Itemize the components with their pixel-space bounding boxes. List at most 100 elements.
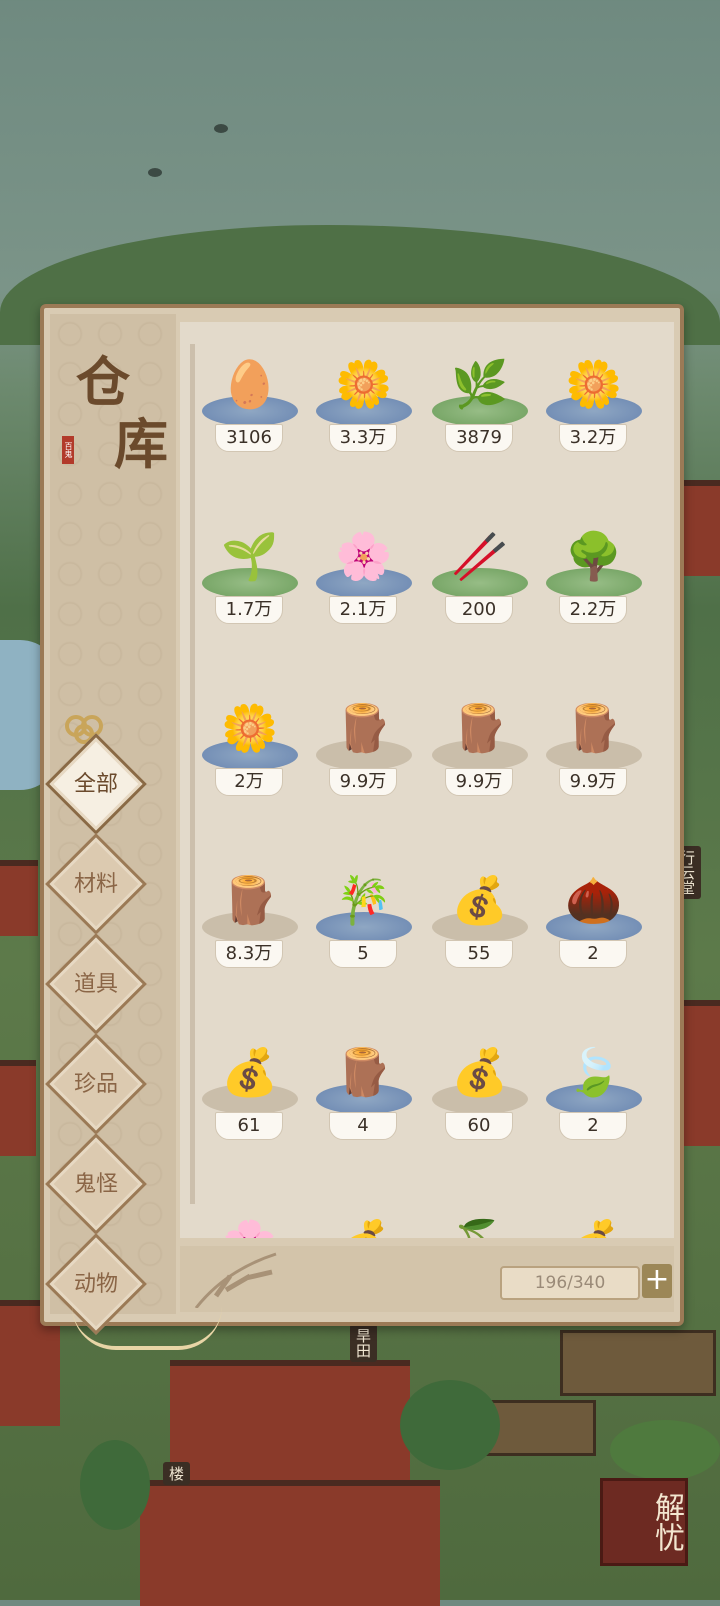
item-count: 60 [445,1112,513,1140]
white-lily-icon: 🌼 [335,357,393,411]
category-sidebar: 仓 库 百鬼 全部材料道具珍品鬼怪动物 [45,314,176,1335]
category-tab-label: 珍品 [73,1072,118,1097]
sticks-icon: 🥢 [451,529,509,583]
category-tab-label: 材料 [73,872,118,897]
item-slot[interactable]: 💰 [310,1212,420,1238]
item-slot[interactable]: 🌼 3.3万 [310,352,420,482]
seeds-icon: 🥚 [221,357,279,411]
bamboo-decoration-icon [194,1252,277,1308]
log-icon: 🪵 [565,701,623,755]
category-tab-label: 鬼怪 [73,1172,118,1197]
item-count: 3879 [445,424,513,452]
seed-bag-icon: 💰 [451,873,509,927]
item-count: 9.9万 [559,768,627,796]
warehouse-panel: 仓 库 百鬼 全部材料道具珍品鬼怪动物 🥚 3106 🌼 3.3万 🌿 3879 🌼 3.2万… [40,304,684,1335]
item-count: 2.2万 [559,596,627,624]
bamboo-shoot-icon: 🌰 [565,873,623,927]
item-slot[interactable]: 🪵 9.9万 [426,696,536,826]
category-tab[interactable]: 鬼怪 [45,1133,147,1235]
item-slot[interactable]: 🌰 2 [540,868,650,998]
item-slot[interactable]: 🌸 [196,1212,306,1238]
warehouse-title: 仓 库 百鬼 [62,338,168,478]
item-slot[interactable]: 🪵 9.9万 [540,696,650,826]
background-rock [214,124,228,133]
item-slot[interactable]: 🌸 2.1万 [310,524,420,654]
background-pagoda [170,1360,410,1486]
background-building [0,1060,36,1156]
item-slot[interactable]: 🪵 4 [310,1040,420,1170]
seal-stamp: 百鬼 [62,436,74,464]
chrysanthemum-icon: 🌼 [565,357,623,411]
item-slot[interactable]: 🌿 3879 [426,352,536,482]
item-slot[interactable]: 🌼 3.2万 [540,352,650,482]
item-slot[interactable]: 💰 60 [426,1040,536,1170]
bamboo-icon: 🎋 [335,873,393,927]
background-tree [610,1420,720,1480]
warehouse-footer: 196/340 + [180,1246,674,1312]
item-count: 3.3万 [329,424,397,452]
category-tab[interactable]: 全部 [45,733,147,835]
jieyou-button[interactable]: 解忧 [600,1478,688,1566]
tassel-decoration [72,1306,222,1350]
expand-capacity-button[interactable]: + [642,1264,672,1298]
category-tab-label: 动物 [73,1272,118,1297]
item-slot[interactable]: 🍃 2 [540,1040,650,1170]
flower-seed-bag-icon: 💰 [451,1045,509,1099]
peach-seed-bag-icon: 💰 [221,1045,279,1099]
item-slot[interactable]: 🥢 200 [426,524,536,654]
item-count: 2.1万 [329,596,397,624]
item-count: 2 [559,940,627,968]
item-count: 4 [329,1112,397,1140]
capacity-indicator: 196/340 [500,1266,640,1300]
item-count: 55 [445,940,513,968]
item-slot[interactable]: 🌼 2万 [196,696,306,826]
item-slot[interactable]: 🎋 5 [310,868,420,998]
seed-bag-icon: 💰 [562,1216,626,1238]
plum-branch-icon: 🌳 [565,529,623,583]
item-count: 200 [445,596,513,624]
item-count: 61 [215,1112,283,1140]
item-count: 5 [329,940,397,968]
background-field [560,1330,716,1396]
log-icon: 🪵 [451,701,509,755]
background-rock [148,168,162,177]
item-slot[interactable]: 💰 55 [426,868,536,998]
item-slot[interactable]: 💰 61 [196,1040,306,1170]
item-slot[interactable]: 💰 [540,1212,650,1238]
red-fruit-icon: 🍒 [448,1216,512,1238]
tea-leaf-icon: 🍃 [565,1045,623,1099]
yellow-rose-icon: 🌼 [221,701,279,755]
log-icon: 🪵 [335,701,393,755]
item-slot[interactable]: 🌱 1.7万 [196,524,306,654]
scene-label-dry-field[interactable]: 旱田 [350,1324,377,1362]
item-count: 1.7万 [215,596,283,624]
item-grid: 🥚 3106 🌼 3.3万 🌿 3879 🌼 3.2万 🌱 1.7万 🌸 2.1万 🥢 200 🌳 2.2万 🌼… [180,322,674,1238]
ivy-branch-icon: 🌱 [221,529,279,583]
background-tree [80,1440,150,1530]
item-count: 2万 [215,768,283,796]
bark-icon: 🪵 [335,1045,393,1099]
seed-bag-icon: 💰 [332,1216,396,1238]
background-tree [400,1380,500,1470]
log-icon: 🪵 [221,873,279,927]
item-count: 9.9万 [329,768,397,796]
item-slot[interactable]: 🪵 8.3万 [196,868,306,998]
scrollbar[interactable] [190,344,195,1204]
item-count: 3.2万 [559,424,627,452]
scene-label-tower[interactable]: 楼 [163,1462,190,1485]
item-count: 3106 [215,424,283,452]
item-slot[interactable]: 🥚 3106 [196,352,306,482]
background-pagoda [140,1480,440,1606]
pink-flower-icon: 🌸 [218,1216,282,1238]
category-tab[interactable]: 材料 [45,833,147,935]
item-count: 8.3万 [215,940,283,968]
category-tab-label: 全部 [73,772,118,797]
item-slot[interactable]: 🪵 9.9万 [310,696,420,826]
category-tab[interactable]: 珍品 [45,1033,147,1135]
title-char-bottom: 库 [114,412,168,476]
item-slot[interactable]: 🍒 [426,1212,536,1238]
item-slot[interactable]: 🌳 2.2万 [540,524,650,654]
orchid-grass-icon: 🌿 [451,357,509,411]
category-tab-label: 道具 [73,972,118,997]
category-tab[interactable]: 道具 [45,933,147,1035]
